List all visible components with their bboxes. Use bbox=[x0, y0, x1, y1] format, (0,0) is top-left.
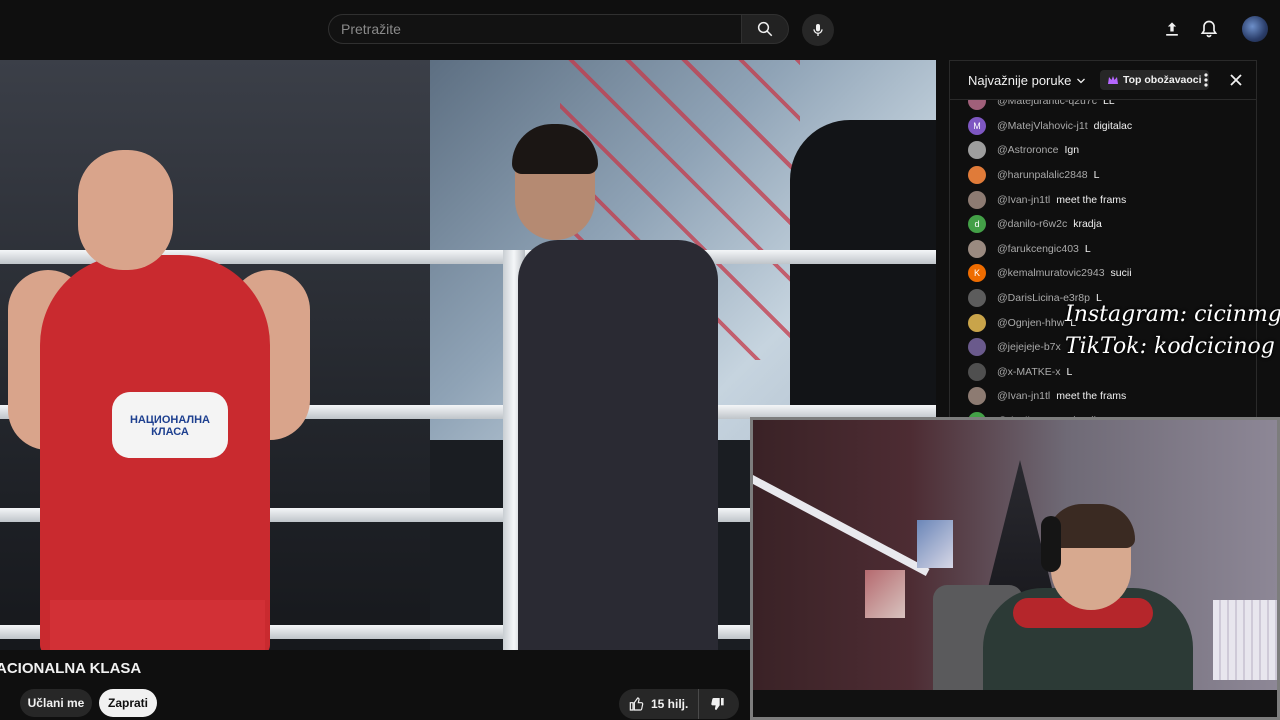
overlay-tiktok: TikTok: kodcicinog bbox=[1065, 334, 1275, 359]
top-bar bbox=[0, 0, 1280, 58]
account-avatar[interactable] bbox=[1242, 16, 1268, 42]
chat-author[interactable]: @MatejVlahovic-j1t bbox=[997, 120, 1088, 132]
chat-title-label: Najvažnije poruke bbox=[968, 73, 1072, 88]
dislike-button[interactable] bbox=[699, 689, 735, 719]
chat-avatar[interactable]: d bbox=[968, 215, 986, 234]
thumbs-up-icon bbox=[629, 697, 644, 711]
search-icon bbox=[757, 21, 773, 37]
chat-author[interactable]: @harunpalalic2848 bbox=[997, 169, 1088, 181]
chat-text: L bbox=[1093, 169, 1100, 182]
chat-avatar[interactable]: M bbox=[968, 116, 986, 135]
chevron-down-icon bbox=[1077, 78, 1086, 83]
chat-author[interactable]: @Ivan-jn1tl bbox=[997, 194, 1050, 206]
webcam-poster bbox=[917, 520, 953, 568]
notifications-button[interactable] bbox=[1197, 17, 1221, 41]
like-dislike-group: 15 hilj. bbox=[619, 689, 739, 719]
headset-icon bbox=[1041, 516, 1061, 572]
chat-message[interactable]: K @kemalmuratovic2943 sucii bbox=[950, 261, 1256, 286]
join-button[interactable]: Učlani me bbox=[20, 689, 92, 717]
like-button[interactable]: 15 hilj. bbox=[619, 689, 700, 719]
top-fans-label: Top obožavaoci bbox=[1123, 74, 1202, 86]
chat-avatar[interactable] bbox=[968, 190, 986, 209]
chat-author[interactable]: @Ognjen-hhw bbox=[997, 317, 1064, 329]
webcam-bottom-bar bbox=[753, 690, 1277, 717]
chat-message[interactable]: @Ivan-jn1tl meet the frams bbox=[950, 384, 1256, 409]
search-box[interactable] bbox=[328, 14, 742, 44]
chat-text: meet the frams bbox=[1056, 390, 1127, 403]
upload-button[interactable] bbox=[1160, 17, 1184, 41]
sponsor-logo-text: НАЦИОНАЛНА КЛАСА bbox=[129, 414, 210, 438]
live-chat-panel: @Matejurantic-q2u7c LL M @MatejVlahovic-j1t… bbox=[949, 60, 1257, 420]
chat-text: L bbox=[1084, 242, 1091, 255]
chat-author[interactable]: @Astroronce bbox=[997, 144, 1058, 156]
host-figure bbox=[518, 240, 718, 650]
chat-message-list[interactable]: @Matejurantic-q2u7c LL M @MatejVlahovic-j1t… bbox=[950, 89, 1256, 419]
video-title: ACIONALNA KLASA bbox=[0, 660, 142, 677]
chat-message[interactable]: @Ivan-jn1tl meet the frams bbox=[950, 187, 1256, 212]
mic-icon bbox=[813, 24, 823, 36]
chat-mode-dropdown[interactable]: Najvažnije poruke bbox=[968, 73, 1087, 88]
bell-icon bbox=[1200, 20, 1218, 38]
chat-avatar[interactable] bbox=[968, 141, 986, 160]
webcam-overlay bbox=[750, 417, 1280, 720]
referee-figure bbox=[790, 120, 936, 450]
boxer-head bbox=[78, 150, 173, 270]
voice-search-button[interactable] bbox=[802, 14, 834, 46]
upload-icon bbox=[1166, 22, 1178, 36]
chat-author[interactable]: @danilo-r6w2c bbox=[997, 218, 1067, 230]
close-icon bbox=[1230, 74, 1242, 86]
chat-avatar[interactable] bbox=[968, 338, 986, 357]
chat-author[interactable]: @Ivan-jn1tl bbox=[997, 390, 1050, 402]
chat-avatar[interactable] bbox=[968, 166, 986, 185]
top-fans-badge[interactable]: Top obožavaoci bbox=[1100, 70, 1209, 90]
like-count: 15 hilj. bbox=[651, 697, 689, 711]
chat-text: kradja bbox=[1073, 218, 1102, 231]
webcam-radiator bbox=[1213, 600, 1277, 680]
search-button[interactable] bbox=[741, 14, 789, 44]
chat-close-button[interactable] bbox=[1228, 72, 1244, 88]
chat-avatar[interactable]: K bbox=[968, 264, 986, 283]
chat-avatar[interactable] bbox=[968, 289, 986, 308]
chat-author[interactable]: @farukcengic403 bbox=[997, 243, 1079, 255]
boxer-shorts bbox=[50, 600, 265, 650]
chat-message[interactable]: @farukcengic403 L bbox=[950, 237, 1256, 262]
chat-avatar[interactable] bbox=[968, 239, 986, 258]
chat-header: Najvažnije poruke Top obožavaoci bbox=[950, 61, 1256, 100]
crown-icon bbox=[1108, 76, 1118, 84]
chat-author[interactable]: @x-MATKE-x bbox=[997, 366, 1061, 378]
chat-message[interactable]: @Astroronce Ign bbox=[950, 138, 1256, 163]
chat-text: meet the frams bbox=[1056, 193, 1127, 206]
chat-avatar[interactable] bbox=[968, 387, 986, 406]
chat-text: Ign bbox=[1064, 144, 1080, 157]
subscribe-button[interactable]: Zaprati bbox=[99, 689, 157, 717]
chat-avatar[interactable] bbox=[968, 313, 986, 332]
more-vertical-icon bbox=[1204, 73, 1208, 87]
chat-author[interactable]: @kemalmuratovic2943 bbox=[997, 267, 1105, 279]
overlay-instagram: Instagram: cicinmg bbox=[1065, 302, 1280, 327]
webcam-poster bbox=[865, 570, 905, 618]
chat-message[interactable]: @x-MATKE-x L bbox=[950, 360, 1256, 385]
chat-text: sucii bbox=[1110, 267, 1132, 280]
search-input[interactable] bbox=[329, 15, 721, 43]
chat-message[interactable]: d @danilo-r6w2c kradja bbox=[950, 212, 1256, 237]
chat-message[interactable]: M @MatejVlahovic-j1t digitalac bbox=[950, 114, 1256, 139]
chat-text: digitalac bbox=[1093, 119, 1133, 132]
chat-more-button[interactable] bbox=[1200, 72, 1212, 88]
thumbs-down-icon bbox=[711, 697, 725, 711]
chat-text: L bbox=[1066, 365, 1073, 378]
chat-avatar[interactable] bbox=[968, 362, 986, 381]
chat-message[interactable]: @harunpalalic2848 L bbox=[950, 163, 1256, 188]
chat-author[interactable]: @jejejeje-b7x bbox=[997, 341, 1061, 353]
